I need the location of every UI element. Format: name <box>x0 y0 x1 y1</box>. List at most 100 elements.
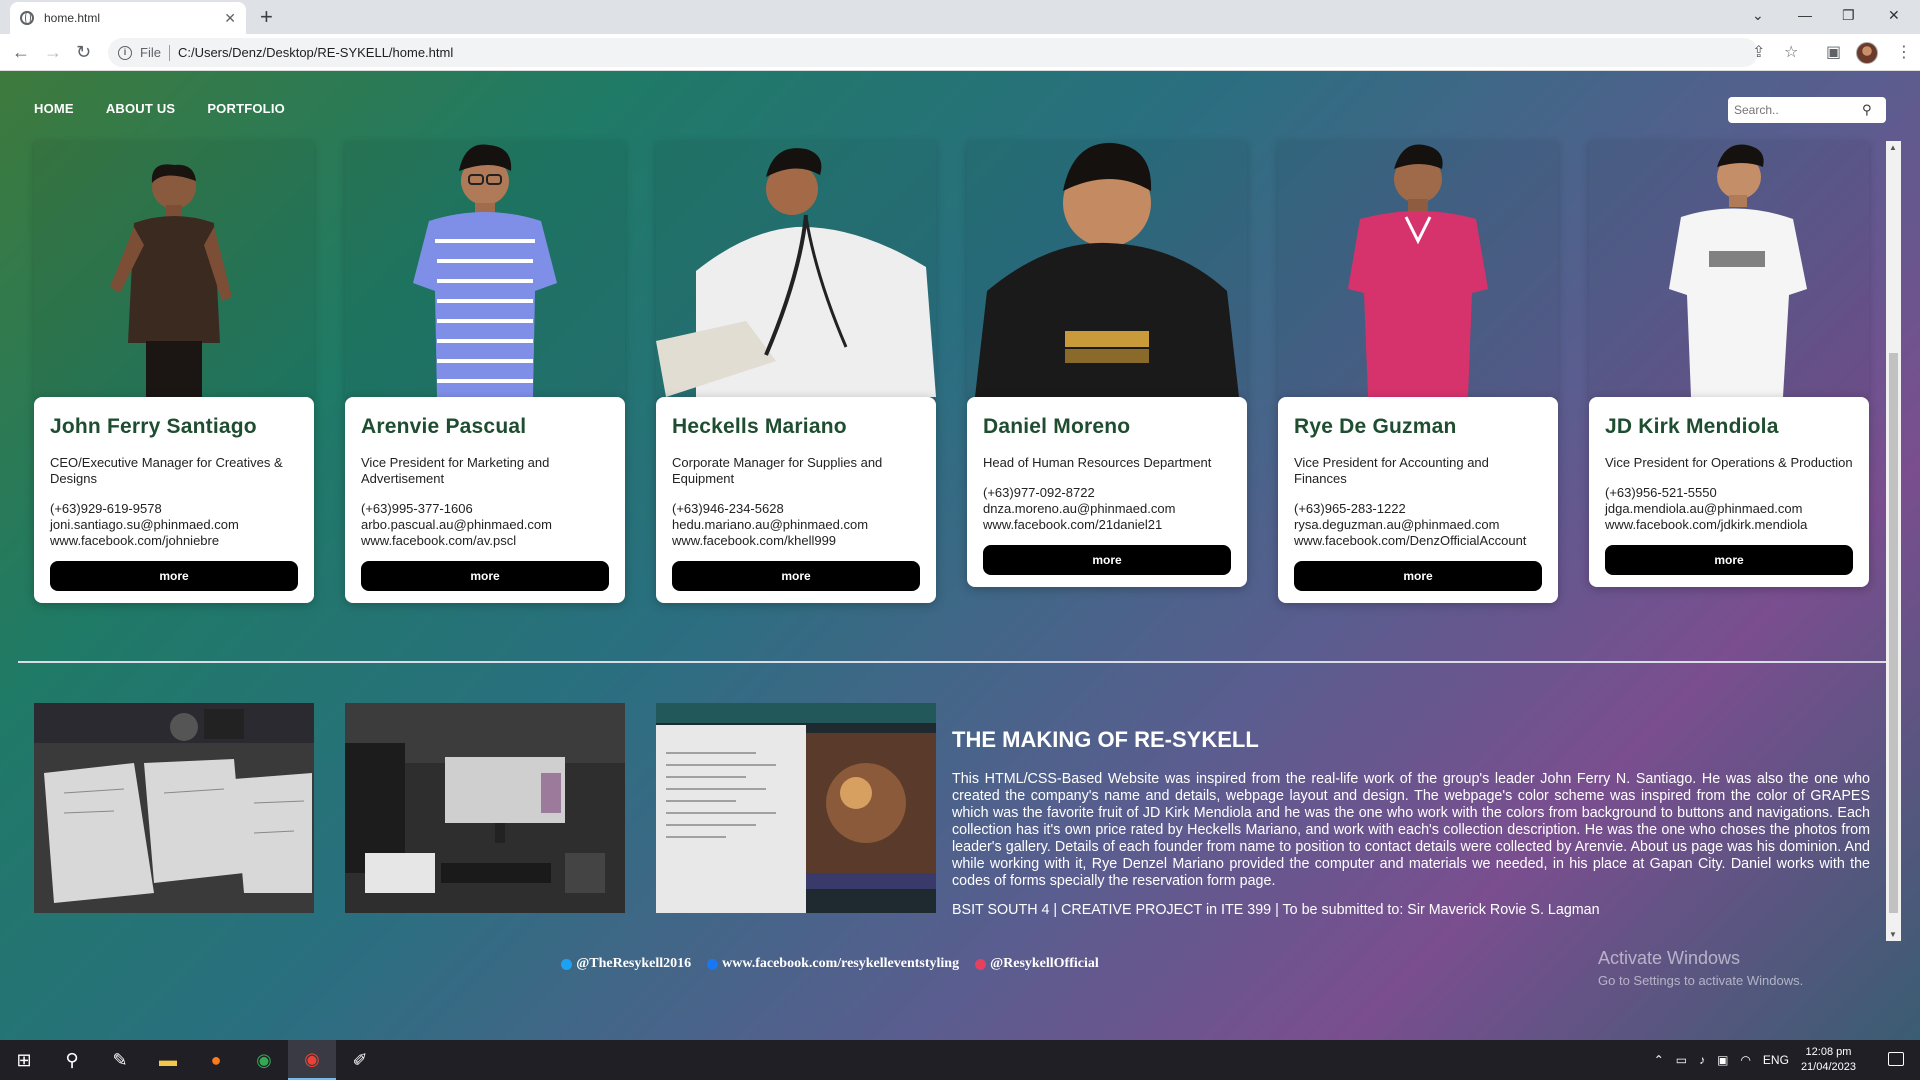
member-name: Rye De Guzman <box>1294 415 1457 438</box>
windows-start-icon[interactable]: ⊞ <box>0 1040 48 1080</box>
chrome-icon[interactable]: ◉ <box>240 1040 288 1080</box>
info-icon[interactable]: i <box>118 45 132 60</box>
scroll-up-arrow-icon[interactable]: ▲ <box>1889 143 1897 152</box>
close-tab-icon[interactable]: ✕ <box>224 10 236 27</box>
more-button[interactable]: more <box>1294 561 1542 591</box>
member-role: Head of Human Resources Department <box>983 455 1212 470</box>
display-icon[interactable]: ▣ <box>1717 1053 1728 1067</box>
twitter-handle: @TheResykell2016 <box>576 956 692 971</box>
tab-search-icon[interactable]: ⌄ <box>1752 0 1764 30</box>
language-indicator[interactable]: ENG <box>1763 1053 1789 1067</box>
more-button[interactable]: more <box>983 545 1231 575</box>
member-facebook: www.facebook.com/av.pscl <box>361 533 517 548</box>
making-photo-code <box>656 703 936 913</box>
social-instagram[interactable]: @ResykellOfficial <box>975 956 1099 972</box>
tab-title: home.html <box>44 11 101 25</box>
browser-tab-strip: home.html ✕ + ⌄ — ❐ ✕ <box>0 0 1920 34</box>
search-box: ⚲ <box>1728 97 1886 123</box>
instagram-icon <box>975 958 987 970</box>
making-title: THE MAKING OF RE-SYKELL <box>952 727 1259 752</box>
member-photo <box>967 141 1247 397</box>
social-twitter[interactable]: @TheResykell2016 <box>561 956 691 972</box>
member-card: John Ferry Santiago CEO/Executive Manage… <box>34 397 314 603</box>
member-name: Arenvie Pascual <box>361 415 527 438</box>
clock[interactable]: 12:08 pm 21/04/2023 <box>1801 1045 1856 1075</box>
member-facebook: www.facebook.com/DenzOfficialAccount <box>1294 533 1527 548</box>
member-phone: (+63)946-234-5628 <box>672 501 784 516</box>
page-scrollbar[interactable]: ▲ ▼ <box>1886 141 1901 941</box>
instagram-handle: @ResykellOfficial <box>990 956 1099 971</box>
chevron-up-icon[interactable]: ⌃ <box>1654 1053 1664 1067</box>
making-photo-computer <box>345 703 625 913</box>
member-phone: (+63)965-283-1222 <box>1294 501 1406 516</box>
social-facebook[interactable]: www.facebook.com/resykelleventstyling <box>707 956 959 972</box>
member-role: Vice President for Accounting and Financ… <box>1294 455 1489 486</box>
nav-portfolio[interactable]: PORTFOLIO <box>207 101 285 116</box>
search-taskbar-icon[interactable]: ⚲ <box>48 1040 96 1080</box>
chrome-active-icon[interactable]: ◉ <box>288 1040 336 1080</box>
more-button[interactable]: more <box>361 561 609 591</box>
page-viewport: HOME ABOUT US PORTFOLIO ⚲ ▲ ▼ John Ferry… <box>0 71 1920 1040</box>
member-email: rysa.deguzman.au@phinmaed.com <box>1294 517 1500 532</box>
restore-button[interactable]: ❐ <box>1842 0 1855 30</box>
wifi-icon[interactable]: ◠ <box>1740 1053 1750 1067</box>
globe-icon <box>20 11 34 25</box>
scrollbar-thumb[interactable] <box>1889 353 1898 913</box>
more-button[interactable]: more <box>50 561 298 591</box>
firefox-icon[interactable]: ● <box>192 1040 240 1080</box>
making-of-section: THE MAKING OF RE-SYKELL This HTML/CSS-Ba… <box>952 727 1870 919</box>
member-role: Vice President for Marketing and Adverti… <box>361 455 550 486</box>
main-navigation: HOME ABOUT US PORTFOLIO <box>34 101 285 116</box>
member-phone: (+63)929-619-9578 <box>50 501 162 516</box>
facebook-handle: www.facebook.com/resykelleventstyling <box>722 956 960 971</box>
search-input[interactable] <box>1734 103 1862 117</box>
address-bar[interactable]: i File C:/Users/Denz/Desktop/RE-SYKELL/h… <box>108 38 1758 67</box>
browser-toolbar: ← → ↻ i File C:/Users/Denz/Desktop/RE-SY… <box>0 34 1920 71</box>
bookmark-star-icon[interactable]: ☆ <box>1784 42 1798 62</box>
clock-date: 21/04/2023 <box>1800 1061 1856 1073</box>
new-tab-button[interactable]: + <box>260 4 273 30</box>
member-photo <box>656 141 936 397</box>
member-role: Corporate Manager for Supplies and Equip… <box>672 455 883 486</box>
reload-icon[interactable]: ↻ <box>76 42 91 62</box>
member-name: Daniel Moreno <box>983 415 1131 438</box>
notepad-icon[interactable]: ✎ <box>96 1040 144 1080</box>
member-card: JD Kirk Mendiola Vice President for Oper… <box>1589 397 1869 587</box>
member-card: Heckells Mariano Corporate Manager for S… <box>656 397 936 603</box>
member-photo <box>345 141 625 397</box>
twitter-icon <box>561 958 573 970</box>
member-phone: (+63)956-521-5550 <box>1605 485 1717 500</box>
paint-icon[interactable]: ✐ <box>336 1040 384 1080</box>
member-card: Daniel Moreno Head of Human Resources De… <box>967 397 1247 587</box>
more-button[interactable]: more <box>1605 545 1853 575</box>
watermark-line2: Go to Settings to activate Windows. <box>1598 973 1804 988</box>
activate-windows-watermark: Activate Windows Go to Settings to activ… <box>1598 948 1803 988</box>
member-facebook: www.facebook.com/21daniel21 <box>983 517 1163 532</box>
back-icon[interactable]: ← <box>12 42 30 62</box>
close-window-button[interactable]: ✕ <box>1888 0 1900 30</box>
member-email: dnza.moreno.au@phinmaed.com <box>983 501 1176 516</box>
forward-icon[interactable]: → <box>44 42 62 62</box>
search-icon[interactable]: ⚲ <box>1862 102 1872 118</box>
profile-avatar[interactable] <box>1856 42 1878 64</box>
nav-home[interactable]: HOME <box>34 101 74 116</box>
minimize-button[interactable]: — <box>1798 0 1812 30</box>
making-body: This HTML/CSS-Based Website was inspired… <box>952 771 1870 889</box>
side-panel-icon[interactable]: ▣ <box>1826 42 1841 62</box>
volume-icon[interactable]: ♪ <box>1699 1053 1705 1067</box>
meet-icon[interactable]: ▭ <box>1676 1053 1687 1067</box>
nav-about-us[interactable]: ABOUT US <box>106 101 176 116</box>
url-separator <box>168 44 170 61</box>
share-icon[interactable]: ⇪ <box>1752 42 1765 62</box>
clock-time: 12:08 pm <box>1805 1046 1852 1058</box>
url-text: C:/Users/Denz/Desktop/RE-SYKELL/home.htm… <box>177 45 454 60</box>
menu-kebab-icon[interactable]: ⋮ <box>1896 42 1912 62</box>
browser-tab[interactable]: home.html ✕ <box>10 2 246 34</box>
scroll-down-arrow-icon[interactable]: ▼ <box>1889 930 1897 939</box>
notification-icon[interactable] <box>1888 1052 1904 1066</box>
member-role: Vice President for Operations & Producti… <box>1605 455 1853 470</box>
member-card: Rye De Guzman Vice President for Account… <box>1278 397 1558 603</box>
file-explorer-icon[interactable]: ▬ <box>144 1040 192 1080</box>
more-button[interactable]: more <box>672 561 920 591</box>
member-email: joni.santiago.su@phinmaed.com <box>50 517 239 532</box>
